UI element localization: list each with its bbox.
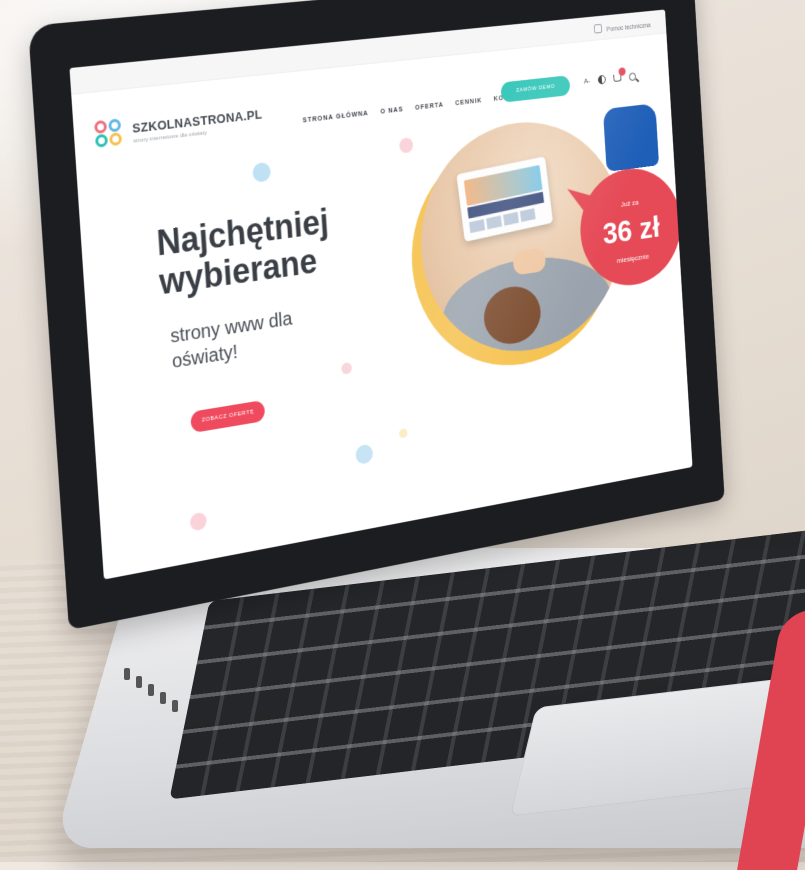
tablet-device xyxy=(456,156,554,242)
tablet-thumb xyxy=(519,208,536,223)
confetti-dot xyxy=(355,443,374,466)
topbar-contact-label: Pomoc techniczna xyxy=(606,22,651,34)
confetti-dot xyxy=(341,361,353,375)
hero-title: Najchętniej wybierane xyxy=(155,201,333,302)
hero-subtitle: strony www dla oświaty! xyxy=(169,308,293,373)
text-size-icon[interactable]: A- xyxy=(584,76,591,86)
laptop-screen: Pomoc techniczna SZKOLNASTRONA.PL strony… xyxy=(69,9,693,580)
nav-item-home[interactable]: STRONA GŁÓWNA xyxy=(303,110,369,124)
phone-icon xyxy=(593,23,603,34)
laptop-ports xyxy=(120,664,190,724)
nav-item-about[interactable]: O NAS xyxy=(380,106,403,115)
price-amount: 36 zł xyxy=(601,209,661,252)
search-icon[interactable] xyxy=(628,71,637,81)
confetti-dot xyxy=(399,137,414,154)
order-demo-button[interactable]: ZAMÓW DEMO xyxy=(500,75,571,103)
cart-badge xyxy=(618,67,626,77)
nav-icons: A- xyxy=(584,67,637,86)
laptop-lid: Pomoc techniczna SZKOLNASTRONA.PL strony… xyxy=(28,0,725,631)
confetti-dot xyxy=(189,511,208,532)
see-offer-button[interactable]: ZOBACZ OFERTĘ xyxy=(190,399,266,434)
nav-item-offer[interactable]: OFERTA xyxy=(415,102,444,112)
confetti-dot xyxy=(398,427,408,439)
cart-icon[interactable] xyxy=(613,67,626,82)
tablet-thumb xyxy=(469,219,486,234)
confetti-dot xyxy=(252,161,272,183)
tablet-thumb xyxy=(503,211,519,226)
logo-mark xyxy=(94,118,128,151)
nav-item-pricing[interactable]: CENNIK xyxy=(455,98,482,107)
topbar-contact[interactable]: Pomoc techniczna xyxy=(593,19,651,35)
nav-menu: STRONA GŁÓWNA O NAS OFERTA CENNIK KONTAK… xyxy=(303,93,527,125)
tablet-thumb xyxy=(486,215,503,230)
contrast-icon[interactable] xyxy=(597,74,607,85)
